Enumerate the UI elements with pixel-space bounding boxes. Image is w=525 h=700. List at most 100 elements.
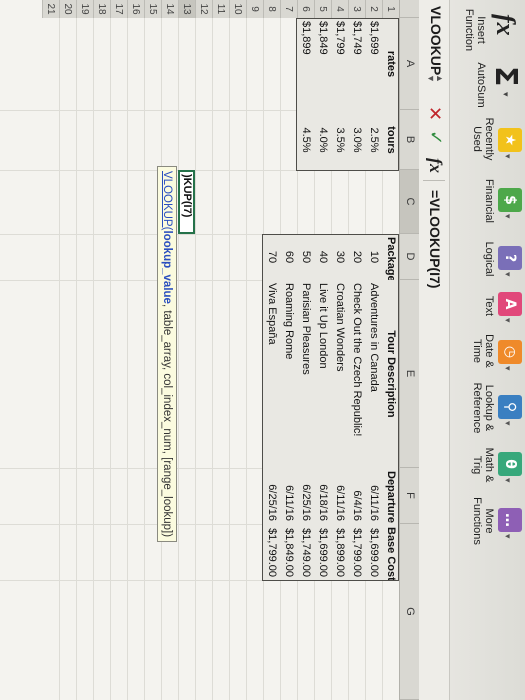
logical-icon[interactable]: ? [498,246,522,270]
departure-cell[interactable]: 6/11/16 [280,468,297,524]
tours-rate-cell[interactable]: 4.5% [297,110,314,170]
financial-icon[interactable]: $ [498,188,522,212]
row-header[interactable]: 15 [144,0,161,18]
tour-description-cell[interactable]: Adventures in Canada [365,280,382,468]
column-header-b[interactable]: B [400,110,419,170]
base-cost-cell[interactable]: $1,749.00 [297,524,314,580]
name-box[interactable]: VLOOKUP [424,6,444,75]
math-trig-dropdown-icon[interactable]: ▾ [502,478,513,483]
date-time-clock-icon[interactable]: ◷ [498,340,522,364]
fx-insert-function-icon[interactable]: fx [425,158,446,173]
math-trig-theta-icon[interactable]: θ [498,452,522,476]
row-header[interactable]: 9 [246,0,263,18]
rates-cell[interactable]: $1,799 [331,18,348,110]
rates-header-cell[interactable]: rates [382,18,399,110]
logical-dropdown-icon[interactable]: ▾ [502,272,513,277]
cancel-entry-icon[interactable]: ✕ [424,106,445,121]
tour-description-header-cell[interactable]: Tour Description [382,280,399,468]
tour-description-cell[interactable]: Parisian Pleasures [297,280,314,468]
tour-description-cell[interactable]: Viva España [263,280,280,468]
row-header[interactable]: 17 [110,0,127,18]
financial-button[interactable]: Financial [483,170,495,232]
autosum-icon[interactable]: Σ [488,66,523,87]
financial-dropdown-icon[interactable]: ▾ [502,214,513,219]
package-header-cell[interactable]: Package [382,234,399,280]
package-cell[interactable]: 30 [331,234,348,280]
row-header[interactable]: 20 [59,0,76,18]
insert-function-icon[interactable]: fx [490,14,520,36]
package-cell[interactable]: 20 [348,234,365,280]
worksheet-grid[interactable]: 1 2 3 4 5 6 7 8 9 10 11 12 13 14 15 16 1… [0,0,399,700]
column-header-f[interactable]: F [400,468,419,524]
autosum-dropdown-icon[interactable]: ▾ [500,92,511,97]
row-header-selected[interactable]: 13 [178,0,195,18]
row-header[interactable]: 14 [161,0,178,18]
base-cost-cell[interactable]: $1,699.00 [314,524,331,580]
lookup-reference-dropdown-icon[interactable]: ▾ [502,421,513,426]
recently-used-star-icon[interactable]: ★ [498,128,522,152]
package-cell[interactable]: 60 [280,234,297,280]
text-dropdown-icon[interactable]: ▾ [502,318,513,323]
base-cost-cell[interactable]: $1,799.00 [263,524,280,580]
column-header-c[interactable]: C [400,170,419,234]
departure-cell[interactable]: 6/25/16 [297,468,314,524]
tooltip-current-argument[interactable]: lookup_value [161,230,173,304]
base-cost-cell[interactable]: $1,799.00 [348,524,365,580]
row-header[interactable]: 3 [348,0,365,18]
departure-cell[interactable]: 6/4/16 [348,468,365,524]
row-header[interactable]: 12 [195,0,212,18]
row-header[interactable]: 21 [42,0,59,18]
package-cell[interactable]: 50 [297,234,314,280]
text-icon[interactable]: A [498,292,522,316]
recently-used-button[interactable]: Recently Used [471,108,495,170]
base-cost-header-cell[interactable]: Base Cost [382,524,399,580]
tour-description-cell[interactable]: Check Out the Czech Republic! [348,280,365,468]
column-header-e[interactable]: E [400,280,419,468]
recently-used-dropdown-icon[interactable]: ▾ [502,154,513,159]
date-time-dropdown-icon[interactable]: ▾ [502,366,513,371]
rates-cell[interactable]: $1,899 [297,18,314,110]
base-cost-cell[interactable]: $1,899.00 [331,524,348,580]
row-header[interactable]: 7 [280,0,297,18]
row-header[interactable]: 10 [229,0,246,18]
row-header[interactable]: 16 [127,0,144,18]
base-cost-cell[interactable]: $1,849.00 [280,524,297,580]
departure-cell[interactable]: 6/11/16 [365,468,382,524]
enter-entry-icon[interactable]: ✓ [425,130,446,145]
row-header[interactable]: 19 [76,0,93,18]
lookup-reference-magnifier-icon[interactable]: ⚲ [498,395,522,419]
insert-function-button[interactable]: Insert Function [463,2,487,58]
tours-rate-cell[interactable]: 4.0% [314,110,331,170]
tours-rate-cell[interactable]: 3.5% [331,110,348,170]
rates-cell[interactable]: $1,849 [314,18,331,110]
tours-header-cell[interactable]: tours [382,110,399,170]
active-cell-editor[interactable]: )KUP(I7) [178,170,195,234]
column-header-g[interactable]: G [400,524,419,700]
departure-header-cell[interactable]: Departure [382,468,399,524]
row-header[interactable]: 2 [365,0,382,18]
row-header[interactable]: 6 [297,0,314,18]
column-header-a[interactable]: A [400,18,419,110]
base-cost-cell[interactable]: $1,699.00 [365,524,382,580]
more-functions-icon[interactable]: … [498,508,522,532]
tour-description-cell[interactable]: Roaming Rome [280,280,297,468]
row-header[interactable]: 1 [382,0,399,18]
name-box-stepper-icon[interactable]: ▲ ▼ [426,74,445,83]
text-button[interactable]: Text [483,286,495,326]
departure-cell[interactable]: 6/25/16 [263,468,280,524]
rates-cell[interactable]: $1,749 [348,18,365,110]
package-cell[interactable]: 40 [314,234,331,280]
lookup-reference-button[interactable]: Lookup & Reference [471,374,495,442]
package-cell[interactable]: 70 [263,234,280,280]
tour-description-cell[interactable]: Croatian Wonders [331,280,348,468]
departure-cell[interactable]: 6/11/16 [331,468,348,524]
tours-rate-cell[interactable]: 2.5% [365,110,382,170]
row-header[interactable]: 8 [263,0,280,18]
more-functions-dropdown-icon[interactable]: ▾ [502,534,513,539]
math-trig-button[interactable]: Math & Trig [471,442,495,488]
date-time-button[interactable]: Date & Time [471,328,495,374]
package-cell[interactable]: 10 [365,234,382,280]
tour-description-cell[interactable]: Live it Up London [314,280,331,468]
autosum-button[interactable]: AutoSum [475,60,487,110]
more-functions-button[interactable]: More Functions [471,490,495,552]
